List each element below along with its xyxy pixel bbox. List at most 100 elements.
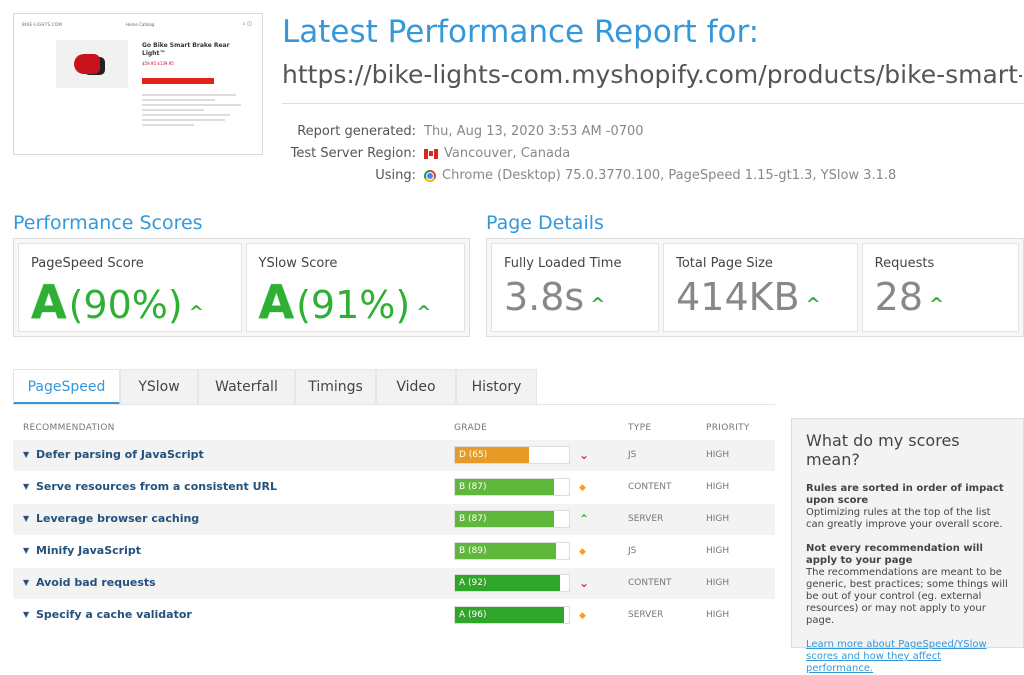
requests-label: Requests [874,256,935,271]
yslow-score-value: A (91%) ^ [259,275,453,329]
canada-flag-icon [424,149,438,159]
recommendation-name[interactable]: Avoid bad requests [36,576,156,589]
fully-loaded-label: Fully Loaded Time [504,256,622,271]
expand-caret-icon[interactable]: ▼ [23,578,29,587]
recommendations-table: ▼ Defer parsing of JavaScript D (65) ⌄ JS HIG… [13,440,775,632]
report-url[interactable]: https://bike-lights-com.myshopify.com/pr… [282,60,1022,89]
page-size-value: 414KB ^ [676,275,845,319]
expand-caret-icon[interactable]: ▼ [23,610,29,619]
performance-scores-box: PageSpeed Score A (90%) ^ YSlow Score A … [13,238,470,337]
thumb-site-name: BIKE-LIGHTS.COM [22,22,63,27]
table-header: RECOMMENDATION GRADE TYPE PRIORITY [13,420,775,438]
thumb-price: $59.95 $139.95 [142,61,174,66]
trend-same-icon: ◆ [579,547,586,557]
up-arrow-icon: ^ [188,302,204,323]
tab-timings[interactable]: Timings [295,369,376,405]
recommendation-type: JS [628,546,637,556]
region-value: Vancouver, Canada [444,146,571,161]
page-title: Latest Performance Report for: [282,14,760,50]
recommendation-name[interactable]: Defer parsing of JavaScript [36,448,204,461]
yslow-percent: (91%) [296,283,411,327]
table-row[interactable]: ▼ Leverage browser caching B (87) ⌃ SERVER HI… [13,504,775,536]
recommendation-type: CONTENT [628,578,672,588]
recommendation-name[interactable]: Serve resources from a consistent URL [36,480,277,493]
table-row[interactable]: ▼ Defer parsing of JavaScript D (65) ⌄ JS HIG… [13,440,775,472]
recommendation-priority: HIGH [706,546,730,556]
requests-card: Requests 28 ^ [861,243,1019,332]
pagespeed-percent: (90%) [68,283,183,327]
meta-label: Test Server Region: [290,146,416,161]
pagespeed-score-card: PageSpeed Score A (90%) ^ [18,243,242,332]
help-title: What do my scores mean? [806,431,960,469]
up-arrow-icon: ^ [929,294,945,315]
trend-same-icon: ◆ [579,611,586,621]
meta-row-generated: Report generated: Thu, Aug 13, 2020 3:53… [282,121,896,143]
up-arrow-icon: ^ [416,302,432,323]
pagespeed-score-label: PageSpeed Score [31,256,144,271]
table-row[interactable]: ▼ Minify JavaScript B (89) ◆ JS HIGH [13,536,775,568]
trend-up-icon: ⌃ [579,512,590,526]
recommendation-name[interactable]: Specify a cache validator [36,608,192,621]
recommendation-priority: HIGH [706,450,730,460]
table-row[interactable]: ▼ Serve resources from a consistent URL B … [13,472,775,504]
help-text-1: Optimizing rules at the top of the list … [806,507,1003,530]
expand-caret-icon[interactable]: ▼ [23,450,29,459]
grade-bar: A (96) [454,606,570,624]
pagespeed-score-value: A (90%) ^ [31,275,229,329]
report-meta: Report generated: Thu, Aug 13, 2020 3:53… [282,121,897,187]
total-page-size: 414KB [676,275,800,319]
trend-down-icon: ⌄ [579,448,590,462]
fully-loaded-time: 3.8s [504,275,585,319]
grade-bar: D (65) [454,446,570,464]
recommendation-priority: HIGH [706,482,730,492]
recommendation-type: JS [628,450,637,460]
grade-bar-fill: A (96) [455,607,565,623]
scores-help-panel: What do my scores mean? Rules are sorted… [791,418,1024,674]
up-arrow-icon: ^ [805,294,821,315]
recommendation-name[interactable]: Leverage browser caching [36,512,199,525]
tab-history[interactable]: History [456,369,537,405]
table-row[interactable]: ▼ Avoid bad requests A (92) ⌄ CONTENT HIGH [13,568,775,600]
meta-label: Report generated: [297,124,416,139]
bike-light-image [74,54,100,74]
requests-count: 28 [874,275,924,319]
trend-down-icon: ⌄ [579,576,590,590]
expand-caret-icon[interactable]: ▼ [23,546,29,555]
meta-row-using: Using: Chrome (Desktop) 75.0.3770.100, P… [282,165,896,187]
help-text-2: The recommendations are meant to be gene… [806,567,1008,626]
thumb-product-title: Go Bike Smart Brake Rear Light™ [142,42,230,57]
page-details-title: Page Details [486,212,604,234]
recommendation-priority: HIGH [706,578,730,588]
learn-more-link[interactable]: Learn more about PageSpeed/YSlow scores … [806,639,1009,675]
tab-waterfall[interactable]: Waterfall [198,369,295,405]
chrome-icon [424,170,436,182]
requests-value: 28 ^ [875,275,1006,319]
recommendation-type: SERVER [628,610,664,620]
generated-date: Thu, Aug 13, 2020 3:53 AM -0700 [424,124,644,139]
grade-bar-fill: D (65) [455,447,530,463]
table-row[interactable]: ▼ Specify a cache validator A (96) ◆ SERVER H… [13,600,775,632]
page-size-label: Total Page Size [676,256,773,271]
meta-value: Chrome (Desktop) 75.0.3770.100, PageSpee… [424,165,896,187]
recommendation-priority: HIGH [706,514,730,524]
grade-bar-fill: A (92) [455,575,560,591]
trend-same-icon: ◆ [579,483,586,493]
using-value: Chrome (Desktop) 75.0.3770.100, PageSpee… [442,168,897,183]
page-screenshot-thumbnail[interactable]: BIKE-LIGHTS.COM Home Catalog ⌕ ◫ Go Bike… [13,13,263,155]
grade-bar-fill: B (87) [455,479,555,495]
recommendation-name[interactable]: Minify JavaScript [36,544,141,557]
grade-bar: A (92) [454,574,570,592]
performance-scores-title: Performance Scores [13,212,203,234]
tab-pagespeed[interactable]: PageSpeed [13,369,120,405]
expand-caret-icon[interactable]: ▼ [23,514,29,523]
col-priority: PRIORITY [706,423,750,433]
report-tabs: PageSpeed YSlow Waterfall Timings Video … [13,369,537,405]
yslow-score-card: YSlow Score A (91%) ^ [245,243,465,332]
tab-video[interactable]: Video [376,369,456,405]
tab-yslow[interactable]: YSlow [120,369,198,405]
expand-caret-icon[interactable]: ▼ [23,482,29,491]
thumb-description [142,94,246,129]
pagespeed-grade: A [31,275,67,329]
meta-value: Thu, Aug 13, 2020 3:53 AM -0700 [424,121,644,143]
col-type: TYPE [628,423,652,433]
